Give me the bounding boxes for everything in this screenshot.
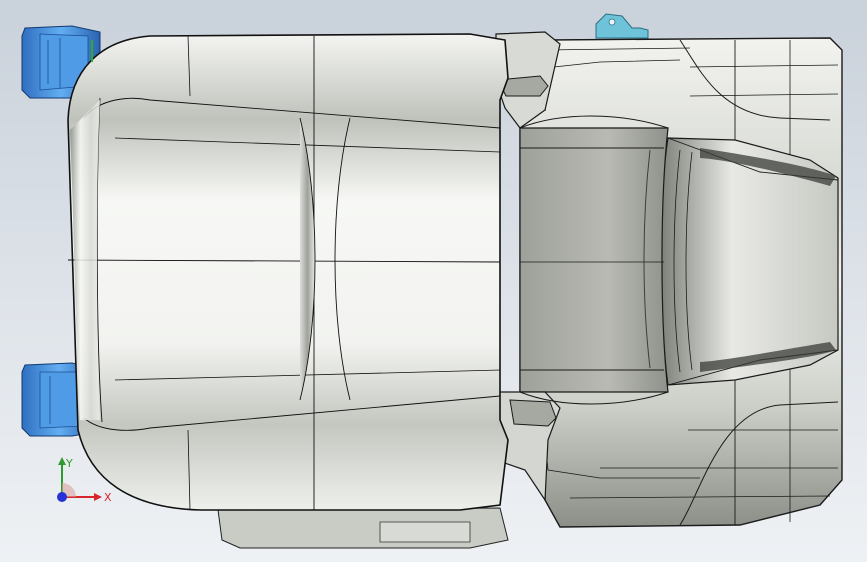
axis-triad: Y X [57, 457, 112, 504]
x-axis-arrow [94, 493, 102, 501]
graphics-viewport[interactable]: Y X [0, 0, 867, 562]
z-axis-dot [57, 492, 67, 502]
y-axis-arrow [58, 457, 66, 465]
seat-back[interactable] [67, 33, 509, 511]
hinge-panel[interactable] [519, 127, 669, 393]
latch-part-top[interactable] [595, 13, 649, 39]
y-axis-label: Y [65, 457, 73, 470]
x-axis-label: X [104, 491, 112, 504]
seat-model-view[interactable] [0, 0, 867, 562]
